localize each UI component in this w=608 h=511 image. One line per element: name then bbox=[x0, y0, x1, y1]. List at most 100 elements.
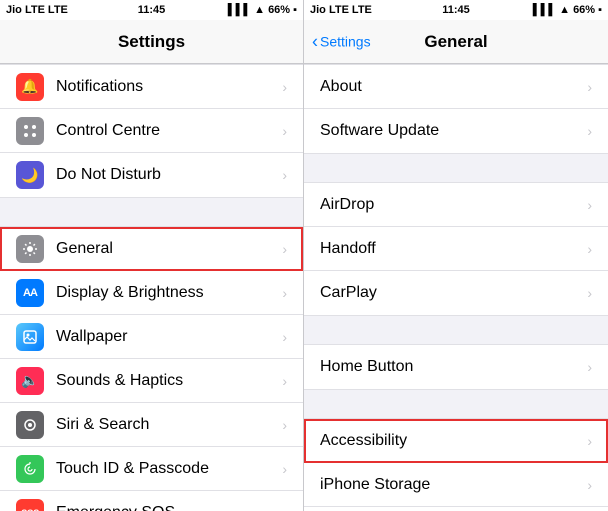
accessibility-chevron: › bbox=[587, 433, 592, 449]
right-signal: ▌▌▌ bbox=[533, 4, 556, 16]
row-touch-id[interactable]: Touch ID & Passcode › bbox=[0, 447, 303, 491]
row-wallpaper[interactable]: Wallpaper › bbox=[0, 315, 303, 359]
right-time: 11:45 bbox=[442, 4, 470, 16]
right-wifi: ▲ bbox=[559, 4, 570, 16]
do-not-disturb-icon: 🌙 bbox=[16, 161, 44, 189]
touch-id-label: Touch ID & Passcode bbox=[56, 460, 282, 478]
emergency-sos-icon: SOS bbox=[16, 499, 44, 511]
row-home-button[interactable]: Home Button › bbox=[304, 345, 608, 389]
notifications-label: Notifications bbox=[56, 78, 282, 96]
right-group-1: About › Software Update › bbox=[304, 64, 608, 154]
software-update-chevron: › bbox=[587, 123, 592, 139]
siri-search-icon bbox=[16, 411, 44, 439]
general-chevron: › bbox=[282, 241, 287, 257]
right-sep-3 bbox=[304, 390, 608, 418]
display-brightness-label: Display & Brightness bbox=[56, 284, 282, 302]
software-update-label: Software Update bbox=[320, 122, 587, 140]
airdrop-chevron: › bbox=[587, 197, 592, 213]
right-content: About › Software Update › AirDrop › Hand… bbox=[304, 64, 608, 511]
iphone-storage-label: iPhone Storage bbox=[320, 476, 587, 494]
control-centre-icon bbox=[16, 117, 44, 145]
row-about[interactable]: About › bbox=[304, 65, 608, 109]
emergency-sos-label: Emergency SOS bbox=[56, 504, 282, 511]
right-sep-2 bbox=[304, 316, 608, 344]
row-sounds-haptics[interactable]: 🔈 Sounds & Haptics › bbox=[0, 359, 303, 403]
siri-search-label: Siri & Search bbox=[56, 416, 282, 434]
left-time: 11:45 bbox=[138, 4, 166, 16]
row-airdrop[interactable]: AirDrop › bbox=[304, 183, 608, 227]
left-panel: Jio LTE LTE 11:45 ▌▌▌ ▲ 66% ▪ Settings 🔔… bbox=[0, 0, 304, 511]
do-not-disturb-chevron: › bbox=[282, 167, 287, 183]
right-sep-1 bbox=[304, 154, 608, 182]
row-handoff[interactable]: Handoff › bbox=[304, 227, 608, 271]
carplay-label: CarPlay bbox=[320, 284, 587, 302]
row-accessibility[interactable]: Accessibility › bbox=[304, 419, 608, 463]
row-notifications[interactable]: 🔔 Notifications › bbox=[0, 65, 303, 109]
touch-id-chevron: › bbox=[282, 461, 287, 477]
handoff-chevron: › bbox=[587, 241, 592, 257]
airdrop-label: AirDrop bbox=[320, 196, 587, 214]
row-display-brightness[interactable]: AA Display & Brightness › bbox=[0, 271, 303, 315]
back-chevron-icon: ‹ bbox=[312, 31, 318, 52]
row-carplay[interactable]: CarPlay › bbox=[304, 271, 608, 315]
left-group-1: 🔔 Notifications › Control Centre › 🌙 Do bbox=[0, 64, 303, 198]
right-group-4: Accessibility › iPhone Storage › Backgro… bbox=[304, 418, 608, 511]
home-button-label: Home Button bbox=[320, 358, 587, 376]
right-panel: Jio LTE LTE 11:45 ▌▌▌ ▲ 66% ▪ ‹ Settings… bbox=[304, 0, 608, 511]
right-nav-bar: ‹ Settings General bbox=[304, 20, 608, 64]
row-siri-search[interactable]: Siri & Search › bbox=[0, 403, 303, 447]
wallpaper-icon bbox=[16, 323, 44, 351]
left-signal-bars: ▌▌▌ bbox=[228, 4, 251, 16]
display-brightness-icon: AA bbox=[16, 279, 44, 307]
row-emergency-sos[interactable]: SOS Emergency SOS › bbox=[0, 491, 303, 511]
right-network: LTE bbox=[352, 4, 372, 16]
left-carrier: Jio LTE bbox=[6, 4, 45, 16]
right-group-2: AirDrop › Handoff › CarPlay › bbox=[304, 182, 608, 316]
right-nav-title: General bbox=[424, 32, 487, 52]
app-container: Jio LTE LTE 11:45 ▌▌▌ ▲ 66% ▪ Settings 🔔… bbox=[0, 0, 608, 511]
left-nav-bar: Settings bbox=[0, 20, 303, 64]
wallpaper-chevron: › bbox=[282, 329, 287, 345]
about-chevron: › bbox=[587, 79, 592, 95]
back-button[interactable]: ‹ Settings bbox=[312, 31, 371, 52]
right-group-3: Home Button › bbox=[304, 344, 608, 390]
row-general[interactable]: General › bbox=[0, 227, 303, 271]
carplay-chevron: › bbox=[587, 285, 592, 301]
row-software-update[interactable]: Software Update › bbox=[304, 109, 608, 153]
control-centre-chevron: › bbox=[282, 123, 287, 139]
back-label: Settings bbox=[320, 34, 371, 50]
left-status-bar: Jio LTE LTE 11:45 ▌▌▌ ▲ 66% ▪ bbox=[0, 0, 303, 20]
row-background-app[interactable]: Background App Refresh › bbox=[304, 507, 608, 511]
general-label: General bbox=[56, 240, 282, 258]
left-signal: LTE bbox=[48, 4, 68, 16]
left-wifi: ▲ bbox=[254, 4, 265, 16]
notifications-icon: 🔔 bbox=[16, 73, 44, 101]
handoff-label: Handoff bbox=[320, 240, 587, 258]
left-battery-icon: ▪ bbox=[293, 4, 297, 16]
display-brightness-chevron: › bbox=[282, 285, 287, 301]
emergency-sos-chevron: › bbox=[282, 505, 287, 511]
row-control-centre[interactable]: Control Centre › bbox=[0, 109, 303, 153]
sounds-haptics-chevron: › bbox=[282, 373, 287, 389]
do-not-disturb-label: Do Not Disturb bbox=[56, 166, 282, 184]
accessibility-label: Accessibility bbox=[320, 432, 587, 450]
touch-id-icon bbox=[16, 455, 44, 483]
control-centre-label: Control Centre bbox=[56, 122, 282, 140]
right-battery-pct: 66% bbox=[573, 4, 595, 16]
row-iphone-storage[interactable]: iPhone Storage › bbox=[304, 463, 608, 507]
sep-1 bbox=[0, 198, 303, 226]
left-group-2: General › AA Display & Brightness › Wall… bbox=[0, 226, 303, 511]
about-label: About bbox=[320, 78, 587, 96]
general-icon bbox=[16, 235, 44, 263]
wallpaper-label: Wallpaper bbox=[56, 328, 282, 346]
right-battery-icon: ▪ bbox=[598, 4, 602, 16]
left-nav-title: Settings bbox=[118, 32, 185, 52]
row-do-not-disturb[interactable]: 🌙 Do Not Disturb › bbox=[0, 153, 303, 197]
sounds-haptics-label: Sounds & Haptics bbox=[56, 372, 282, 390]
right-status-bar: Jio LTE LTE 11:45 ▌▌▌ ▲ 66% ▪ bbox=[304, 0, 608, 20]
home-button-chevron: › bbox=[587, 359, 592, 375]
left-content: 🔔 Notifications › Control Centre › 🌙 Do bbox=[0, 64, 303, 511]
notifications-chevron: › bbox=[282, 79, 287, 95]
iphone-storage-chevron: › bbox=[587, 477, 592, 493]
sounds-haptics-icon: 🔈 bbox=[16, 367, 44, 395]
